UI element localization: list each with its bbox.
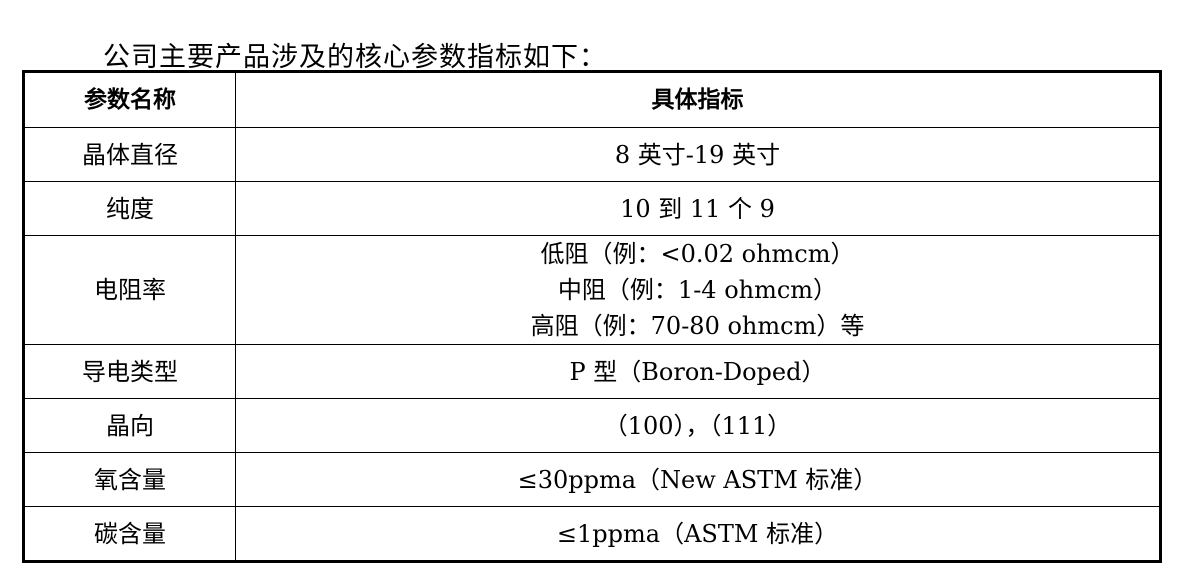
table-row: 晶向 （100），（111）: [23, 398, 1161, 453]
value-line: 中阻（例：1-4 ohmcm）: [557, 276, 838, 304]
table-row: 碳含量 ≤1ppma（ASTM 标准）: [23, 506, 1161, 562]
table-row: 晶体直径 8 英寸-19 英寸: [23, 127, 1161, 182]
value-line: P 型（Boron-Doped）: [569, 357, 826, 386]
parameter-value: 10 到 11 个 9: [235, 181, 1161, 236]
parameter-name: 碳含量: [23, 506, 236, 562]
value-line: 8 英寸-19 英寸: [614, 140, 781, 169]
parameter-table: 参数名称 具体指标 晶体直径 8 英寸-19 英寸 纯度 10 到 11 个 9…: [22, 70, 1162, 563]
parameter-name: 晶向: [23, 398, 236, 453]
table-row: 氧含量 ≤30ppma（New ASTM 标准）: [23, 452, 1161, 507]
parameter-value: ≤1ppma（ASTM 标准）: [235, 506, 1161, 562]
parameter-value: （100），（111）: [235, 398, 1161, 453]
parameter-value: 8 英寸-19 英寸: [235, 127, 1161, 182]
table-header-row: 参数名称 具体指标: [23, 71, 1161, 128]
value-line: ≤1ppma（ASTM 标准）: [556, 519, 839, 548]
parameter-value: 低阻（例：<0.02 ohmcm） 中阻（例：1-4 ohmcm） 高阻（例：7…: [235, 235, 1161, 345]
parameter-name: 导电类型: [23, 344, 236, 399]
parameter-name: 纯度: [23, 181, 236, 236]
table-row: 电阻率 低阻（例：<0.02 ohmcm） 中阻（例：1-4 ohmcm） 高阻…: [23, 235, 1161, 345]
value-line: 低阻（例：<0.02 ohmcm）: [540, 240, 855, 268]
header-parameter-name: 参数名称: [23, 71, 236, 128]
parameter-name: 电阻率: [23, 235, 236, 345]
value-line: 10 到 11 个 9: [620, 194, 775, 223]
value-line: ≤30ppma（New ASTM 标准）: [517, 465, 878, 494]
header-specific-indicator: 具体指标: [235, 71, 1161, 128]
parameter-value: P 型（Boron-Doped）: [235, 344, 1161, 399]
value-line: 高阻（例：70-80 ohmcm）等: [530, 312, 865, 340]
parameter-name: 晶体直径: [23, 127, 236, 182]
table-row: 纯度 10 到 11 个 9: [23, 181, 1161, 236]
table-row: 导电类型 P 型（Boron-Doped）: [23, 344, 1161, 399]
value-line: （100），（111）: [603, 411, 792, 440]
parameter-name: 氧含量: [23, 452, 236, 507]
parameter-value: ≤30ppma（New ASTM 标准）: [235, 452, 1161, 507]
